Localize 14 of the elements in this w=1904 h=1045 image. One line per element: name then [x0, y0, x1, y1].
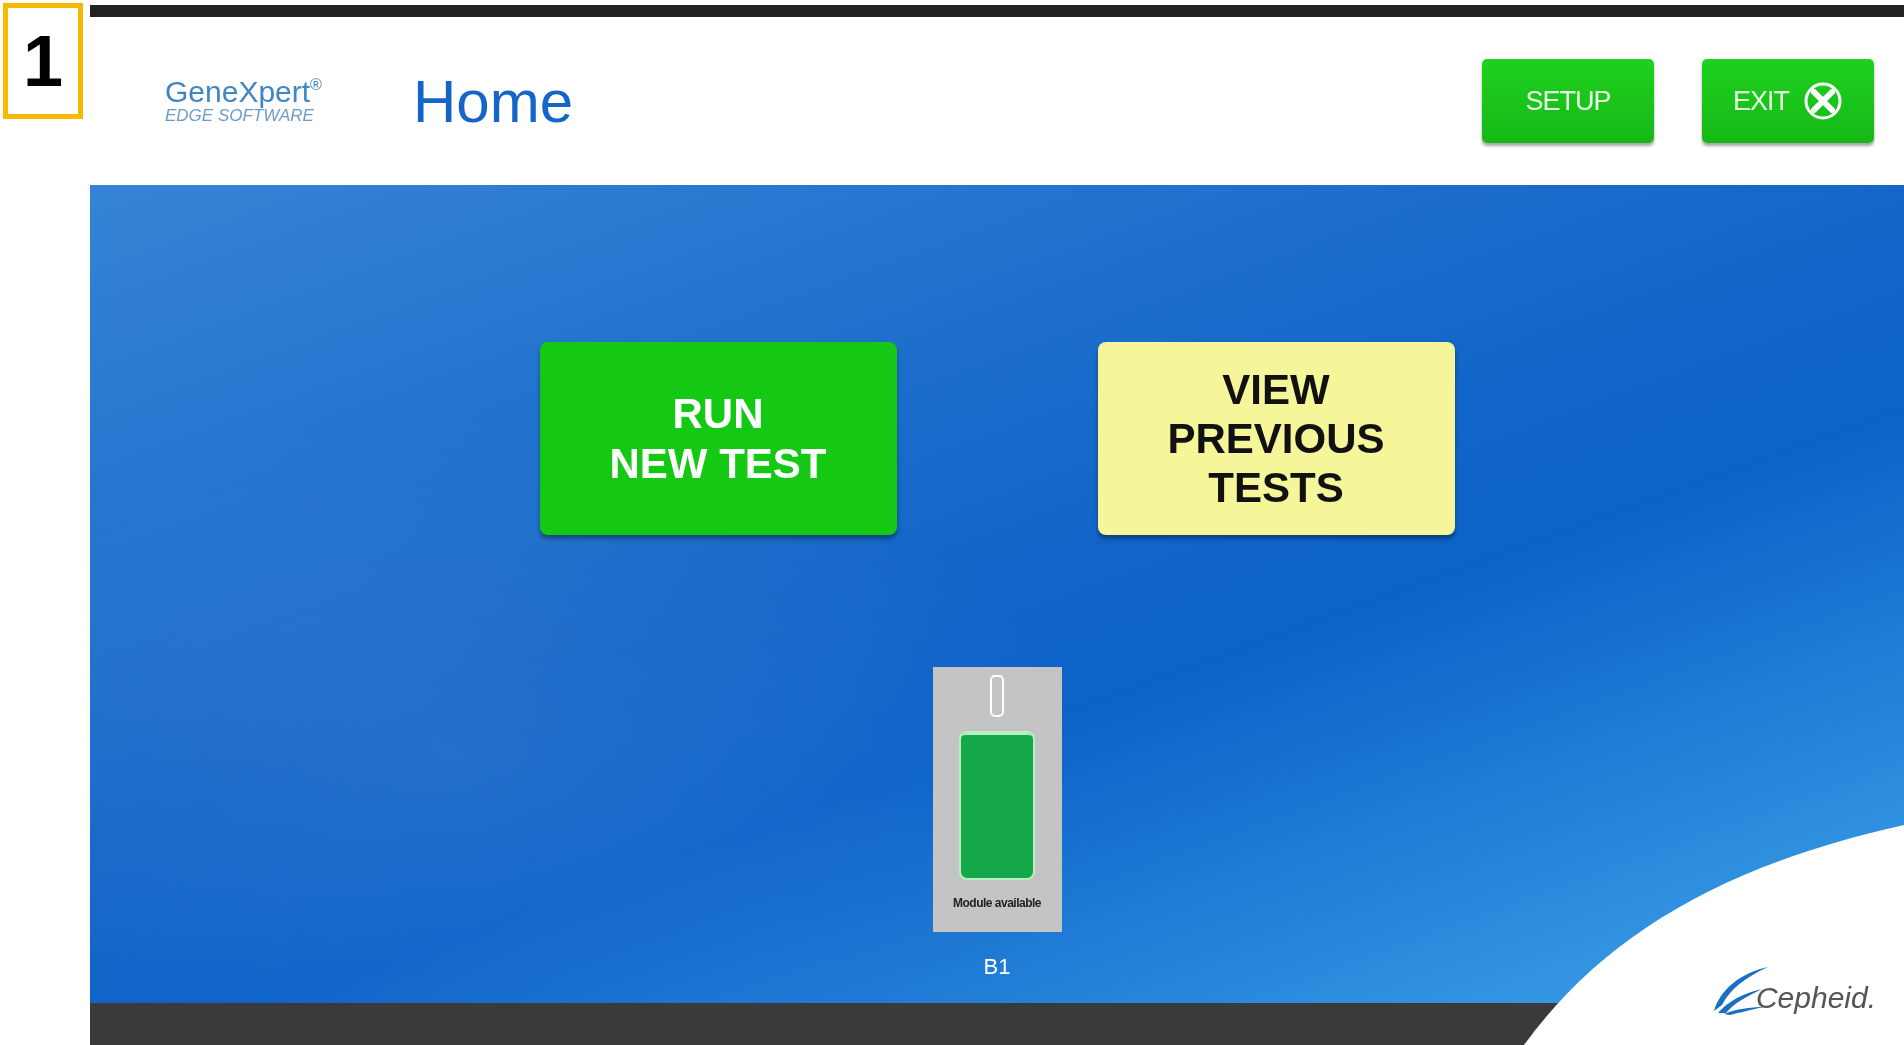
- module-label: B1: [983, 954, 1011, 980]
- cartridge-icon: [959, 731, 1035, 880]
- exit-button[interactable]: EXIT: [1702, 59, 1874, 143]
- module-tile[interactable]: Module available: [932, 667, 1062, 932]
- slot-icon: [990, 675, 1004, 717]
- brand-name: Cepheid.: [1755, 981, 1876, 1015]
- page-title: Home: [413, 66, 575, 136]
- setup-button[interactable]: SETUP: [1482, 59, 1654, 143]
- logo-name: GeneXpert$^{®}$: [165, 76, 323, 107]
- close-icon: [1803, 81, 1843, 121]
- step-number: 1: [3, 3, 83, 119]
- run-test-button[interactable]: RUN NEW TEST: [539, 342, 897, 535]
- module-status: Module available: [953, 896, 1041, 910]
- view-tests-button[interactable]: VIEW PREVIOUS TESTS: [1097, 342, 1455, 535]
